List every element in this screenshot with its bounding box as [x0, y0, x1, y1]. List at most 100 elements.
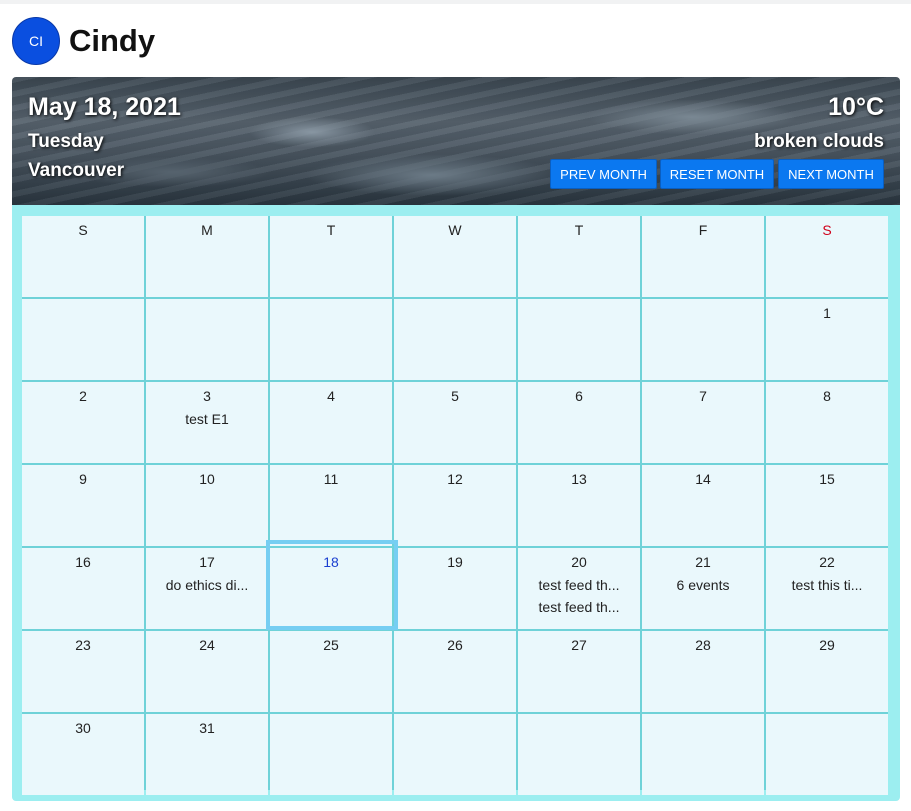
day-number: 21 — [695, 554, 711, 570]
day-cell[interactable]: 16 — [22, 548, 144, 629]
current-city: Vancouver — [28, 160, 125, 181]
day-number: 17 — [199, 554, 215, 570]
day-cell[interactable]: 6 — [518, 382, 640, 463]
day-number: 5 — [451, 388, 459, 404]
day-cell[interactable]: 27 — [518, 631, 640, 712]
day-cell[interactable]: 3 test E1 — [146, 382, 268, 463]
weekday-header: T — [270, 216, 392, 297]
day-cell-today[interactable]: 18 — [270, 548, 392, 629]
day-number-today: 18 — [323, 554, 339, 570]
day-cell[interactable]: 11 — [270, 465, 392, 546]
day-cell-empty — [270, 714, 392, 795]
day-cell[interactable]: 8 — [766, 382, 888, 463]
day-cell-empty — [518, 714, 640, 795]
weather-condition: broken clouds — [754, 131, 884, 152]
reset-month-button[interactable]: RESET MONTH — [660, 159, 774, 189]
temperature: 10°C — [828, 93, 884, 121]
day-cell[interactable]: 29 — [766, 631, 888, 712]
weekday-header: S — [22, 216, 144, 297]
day-number — [394, 305, 516, 321]
day-cell-empty — [146, 299, 268, 380]
current-date: May 18, 2021 — [28, 93, 181, 121]
day-number: 12 — [447, 471, 463, 487]
day-number: 7 — [699, 388, 707, 404]
day-cell[interactable]: 30 — [22, 714, 144, 795]
day-number: 13 — [571, 471, 587, 487]
day-number: 10 — [199, 471, 215, 487]
day-number: 28 — [695, 637, 711, 653]
day-cell[interactable]: 13 — [518, 465, 640, 546]
day-number — [146, 305, 268, 321]
day-number: 2 — [79, 388, 87, 404]
day-cell-empty — [518, 299, 640, 380]
day-cell[interactable]: 31 — [146, 714, 268, 795]
event-item[interactable]: test E1 — [146, 411, 268, 427]
event-count[interactable]: 6 events — [642, 577, 764, 593]
day-number: 14 — [695, 471, 711, 487]
day-cell[interactable]: 19 — [394, 548, 516, 629]
day-number: 19 — [447, 554, 463, 570]
weekday-label: W — [448, 222, 462, 238]
top-strip — [0, 0, 911, 4]
weekday-header: M — [146, 216, 268, 297]
avatar[interactable]: CI — [12, 17, 60, 65]
day-cell[interactable]: 22 test this ti... — [766, 548, 888, 629]
day-cell[interactable]: 2 — [22, 382, 144, 463]
day-cell[interactable]: 14 — [642, 465, 764, 546]
day-cell[interactable]: 15 — [766, 465, 888, 546]
weekday-label: S — [78, 222, 88, 238]
day-cell[interactable]: 4 — [270, 382, 392, 463]
day-cell[interactable]: 9 — [22, 465, 144, 546]
weekday-label: M — [201, 222, 213, 238]
day-cell[interactable]: 28 — [642, 631, 764, 712]
weekday-header: F — [642, 216, 764, 297]
day-number — [766, 720, 888, 736]
day-cell[interactable]: 7 — [642, 382, 764, 463]
day-number: 24 — [199, 637, 215, 653]
day-cell[interactable]: 25 — [270, 631, 392, 712]
day-cell[interactable]: 20 test feed th... test feed th... — [518, 548, 640, 629]
day-number: 15 — [819, 471, 835, 487]
weekday-label: F — [698, 222, 708, 238]
day-number: 31 — [199, 720, 215, 736]
event-item[interactable]: test feed th... — [518, 577, 640, 593]
day-cell[interactable]: 26 — [394, 631, 516, 712]
event-item[interactable]: do ethics di... — [146, 577, 268, 593]
day-number: 6 — [575, 388, 583, 404]
day-number — [642, 305, 764, 321]
day-number — [642, 720, 764, 736]
day-cell[interactable]: 23 — [22, 631, 144, 712]
day-cell-empty — [394, 299, 516, 380]
day-cell[interactable]: 10 — [146, 465, 268, 546]
day-number: 29 — [819, 637, 835, 653]
weather-header: May 18, 2021 Tuesday Vancouver 10°C brok… — [12, 77, 900, 205]
day-cell[interactable]: 24 — [146, 631, 268, 712]
day-number: 9 — [79, 471, 87, 487]
day-cell-empty — [642, 714, 764, 795]
user-badge: CI Cindy — [12, 17, 155, 65]
next-month-button[interactable]: NEXT MONTH — [778, 159, 884, 189]
day-cell[interactable]: 5 — [394, 382, 516, 463]
day-number — [270, 720, 392, 736]
day-number: 23 — [75, 637, 91, 653]
day-cell[interactable]: 17 do ethics di... — [146, 548, 268, 629]
current-weekday: Tuesday — [28, 131, 104, 152]
day-number: 20 — [571, 554, 587, 570]
calendar-grid: S M T W T F S 1 2 3 test E1 4 5 6 7 8 9 1… — [22, 216, 888, 795]
weekday-header: W — [394, 216, 516, 297]
day-number: 27 — [571, 637, 587, 653]
day-cell-empty — [22, 299, 144, 380]
day-number: 30 — [75, 720, 91, 736]
day-cell[interactable]: 12 — [394, 465, 516, 546]
day-number: 3 — [203, 388, 211, 404]
weekday-header: S — [766, 216, 888, 297]
weekday-label: T — [326, 222, 336, 238]
prev-month-button[interactable]: PREV MONTH — [550, 159, 657, 189]
day-cell-empty — [642, 299, 764, 380]
day-cell[interactable]: 21 6 events — [642, 548, 764, 629]
weekday-label-saturday: S — [822, 222, 832, 238]
event-item[interactable]: test this ti... — [766, 577, 888, 593]
day-cell[interactable]: 1 — [766, 299, 888, 380]
day-cell-empty — [394, 714, 516, 795]
event-item[interactable]: test feed th... — [518, 599, 640, 615]
